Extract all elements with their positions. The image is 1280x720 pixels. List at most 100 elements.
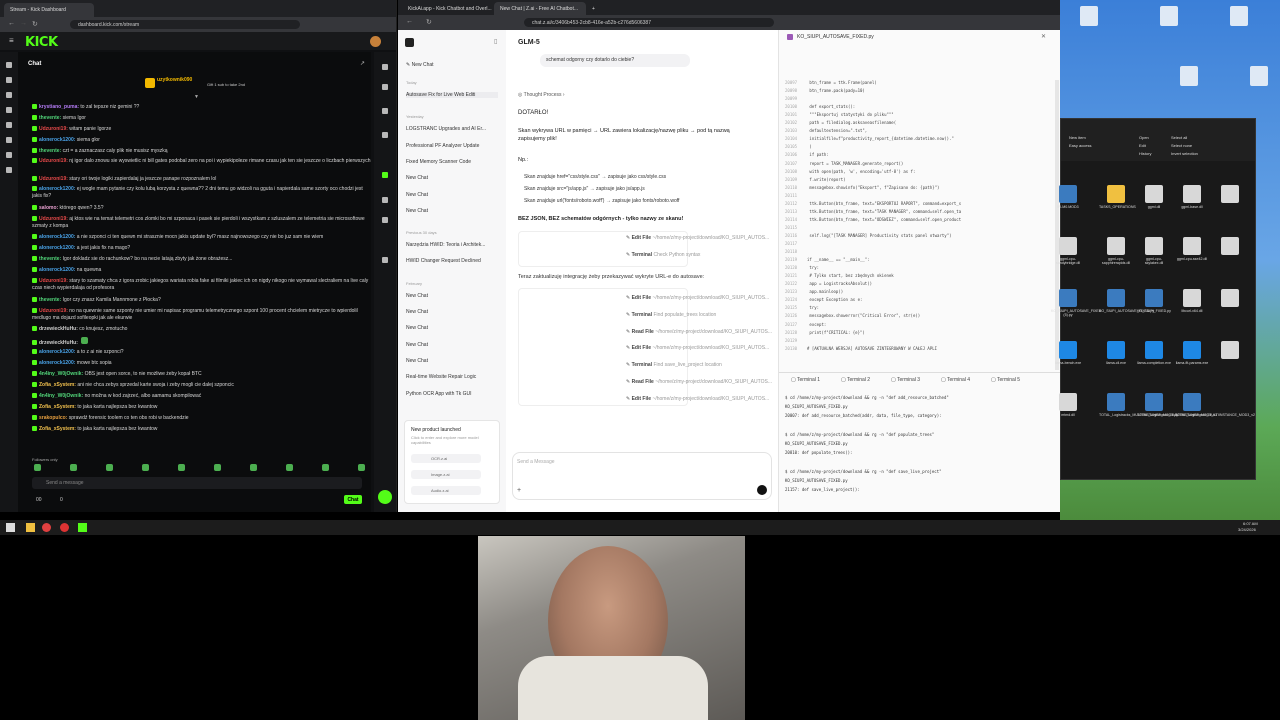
sidebar-chat-item[interactable]: New Chat [406, 325, 498, 331]
chat-username[interactable]: thevente: [39, 297, 61, 303]
ribbon-item[interactable]: Select all [1171, 135, 1187, 140]
tool-call-row[interactable]: ✎ Read File ~/home/z/my-project/download… [626, 329, 796, 341]
file-item[interactable] [1213, 237, 1247, 257]
chat-username[interactable]: thevente: [39, 256, 61, 262]
sidebar-chat-item[interactable]: LOGSTRANC Upgrades and AI Er... [406, 126, 498, 132]
emote-icon[interactable] [214, 464, 221, 471]
tool-icon[interactable] [382, 64, 388, 70]
chat-username[interactable]: salomo: [39, 205, 58, 211]
nav-community-icon[interactable] [6, 122, 12, 128]
file-item[interactable]: TOTAL_Logistracks_MULTIINSTANCE_MOD3_v2 [1175, 393, 1255, 417]
terminal-tab[interactable]: ▢ Terminal 2 [841, 377, 870, 383]
tool-call-row[interactable]: ✎ Edit File ~/home/z/my-project/download… [626, 396, 796, 408]
promo-card[interactable]: New product launched Click to enter and … [404, 420, 500, 504]
ribbon-item[interactable]: Easy access [1069, 143, 1091, 148]
chat-username[interactable]: thevente: [39, 148, 61, 154]
nav-content-icon[interactable] [6, 92, 12, 98]
sidebar-chat-item[interactable]: Narzędzia HWID: Teoria i Architek... [406, 242, 498, 248]
sidebar-toggle-icon[interactable]: ▯ [494, 38, 497, 45]
chat-username[interactable]: Udzuroni19: [39, 176, 68, 182]
thought-process-toggle[interactable]: ◎ Thought Process › [518, 92, 565, 98]
tool-icon[interactable] [382, 257, 388, 263]
forward-icon[interactable]: → [20, 20, 27, 27]
nav-settings-icon[interactable] [6, 137, 12, 143]
tool-icon[interactable] [382, 217, 388, 223]
ribbon-item[interactable]: Edit [1139, 143, 1146, 148]
chat-username[interactable]: alonerock1200: [39, 245, 75, 251]
file-item[interactable]: ggml-cpu-sapphirerapids.dll [1099, 237, 1133, 265]
kick-taskbar-icon[interactable] [78, 523, 87, 532]
file-item[interactable] [1213, 185, 1247, 205]
file-item[interactable]: llama-cli.exe [1099, 341, 1133, 365]
file-item[interactable]: KO_SIUPI_AUTOSAVE_FIXED.py [1099, 289, 1154, 313]
clock-date[interactable]: 3/24/2026 [1238, 527, 1256, 532]
tool-icon[interactable] [382, 84, 388, 90]
ribbon-item[interactable]: Open [1139, 135, 1149, 140]
app-taskbar-icon[interactable] [60, 523, 69, 532]
browser-taskbar-icon[interactable] [42, 523, 51, 532]
new-chat-button[interactable]: ✎ New Chat [406, 62, 498, 68]
sidebar-chat-item[interactable]: Python OCR App with Tk GUI [406, 391, 498, 397]
kick-logo[interactable]: KICK [25, 35, 58, 50]
file-item[interactable]: ggml-cpu-sandybridge.dll [1051, 237, 1085, 265]
scrollbar[interactable] [1055, 80, 1059, 370]
file-item[interactable]: ggml-cpu-skylakex.dll [1137, 237, 1171, 265]
chat-username[interactable]: alonerock1200: [39, 360, 75, 366]
file-item[interactable] [1213, 289, 1247, 309]
chat-username[interactable]: Zofia_xSystem: [39, 426, 76, 432]
nav-more-icon[interactable] [6, 167, 12, 173]
chat-send-button[interactable]: Chat [344, 495, 362, 504]
sidebar-chat-item[interactable]: Autosave Fix for Live Web Editi [406, 92, 498, 98]
chat-username[interactable]: 4n4iny_W0jOwnik: [39, 371, 83, 377]
file-item[interactable]: llama-completion.exe [1137, 341, 1171, 365]
desktop-file-icon[interactable] [1160, 6, 1178, 26]
chat-username[interactable]: Zofia_xSystem: [39, 382, 76, 388]
emote-icon[interactable] [142, 464, 149, 471]
zai-logo-icon[interactable] [405, 38, 414, 47]
tool-icon[interactable] [382, 197, 388, 203]
chat-username[interactable]: Udzuroni19: [39, 308, 68, 314]
desktop-file-icon[interactable] [1180, 66, 1198, 86]
chat-username[interactable]: srakopulco: [39, 415, 67, 421]
emote-icon[interactable] [286, 464, 293, 471]
ribbon-item[interactable]: History [1139, 151, 1151, 156]
file-item[interactable]: TOTAL_Logistracks_MULTIINSTANCE_MOD3.py [1099, 393, 1178, 417]
chat-username[interactable]: krystiano_puma: [39, 104, 79, 110]
clock-time[interactable]: 6:07 AM [1243, 521, 1258, 526]
tool-call-row[interactable]: ✎ Edit File ~/home/z/my-project/download… [626, 345, 796, 357]
nav-chat-icon[interactable] [6, 107, 12, 113]
emote-icon[interactable] [358, 464, 365, 471]
sidebar-chat-item[interactable]: Professional PF Analyzer Update [406, 143, 498, 149]
chat-username[interactable]: Udzuroni19: [39, 158, 68, 164]
chat-username[interactable]: thevente: [39, 115, 61, 121]
close-icon[interactable]: ✕ [1041, 33, 1046, 40]
tool-call-row[interactable]: ✎ Edit File ~/home/z/my-project/download… [626, 235, 796, 247]
emote-icon[interactable] [250, 464, 257, 471]
promo-image[interactable]: Image.z.ai [411, 470, 481, 479]
chat-username[interactable]: 4n4iny_W0jOwnik: [39, 393, 83, 399]
tool-icon[interactable] [382, 132, 388, 138]
emote-icon[interactable] [178, 464, 185, 471]
popout-icon[interactable]: ↗ [360, 60, 365, 67]
emote-icon[interactable] [322, 464, 329, 471]
ribbon-item[interactable]: Select none [1171, 143, 1192, 148]
file-item[interactable]: KO_SIUPI_FIXED.py [1137, 289, 1171, 313]
tool-active-icon[interactable] [382, 172, 388, 178]
sidebar-chat-item[interactable]: New Chat [406, 208, 498, 214]
sidebar-chat-item[interactable]: New Chat [406, 175, 498, 181]
chat-username[interactable]: Udzuroni19: [39, 278, 68, 284]
model-selector[interactable]: GLM-5 [518, 39, 540, 46]
reload-icon[interactable]: ↻ [32, 20, 38, 28]
sidebar-chat-item[interactable]: New Chat [406, 358, 498, 364]
chat-username[interactable]: Udzuroni19: [39, 126, 68, 132]
terminal-tab[interactable]: ▢ Terminal 1 [791, 377, 820, 383]
explorer-taskbar-icon[interactable] [26, 523, 35, 532]
chat-username[interactable]: drzewieckHuHu: [39, 340, 78, 346]
desktop-file-icon[interactable] [1230, 6, 1248, 26]
file-item[interactable]: libcurl-x64.dll [1175, 289, 1209, 313]
tab-zai[interactable]: New Chat | Z.ai - Free AI Chatbot... [494, 2, 586, 15]
tool-call-row[interactable]: ✎ Terminal Find populate_trees location [626, 312, 796, 324]
ribbon-item[interactable]: New item [1069, 135, 1086, 140]
nav-home-icon[interactable] [6, 62, 12, 68]
emote-icon[interactable] [70, 464, 77, 471]
